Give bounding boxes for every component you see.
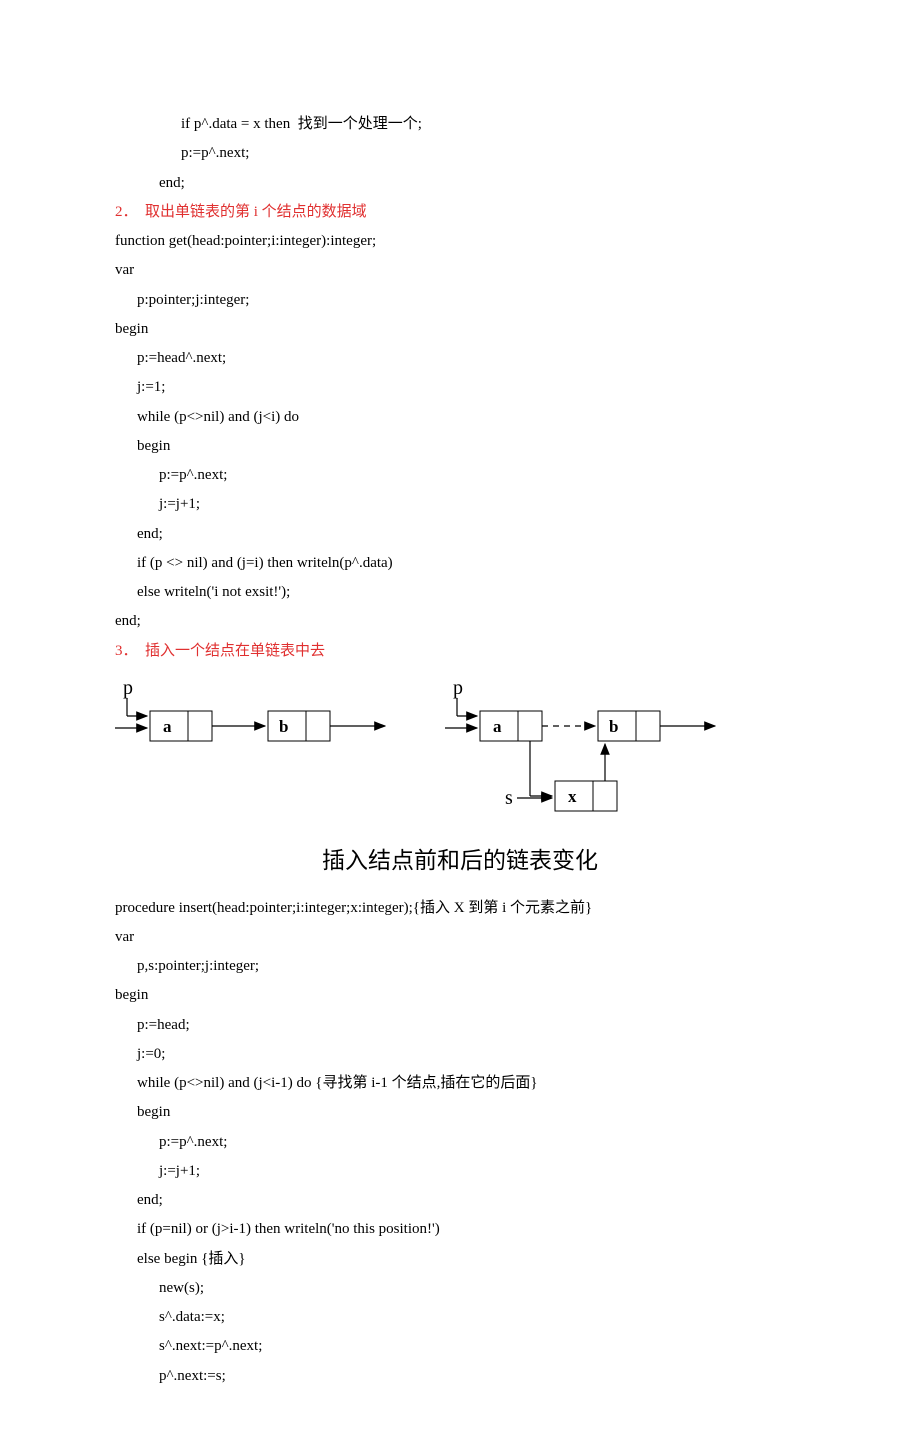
code-line: end;: [115, 1186, 805, 1215]
document-page: if p^.data = x then 找到一个处理一个; p:=p^.next…: [0, 0, 920, 1451]
code-line: p:=p^.next;: [115, 461, 805, 490]
code-line: p:=head^.next;: [115, 344, 805, 373]
code-line: end;: [115, 169, 805, 198]
code-line: p:=p^.next;: [115, 1128, 805, 1157]
code-line: else begin {插入}: [115, 1245, 805, 1274]
diagram-node-b: b: [279, 717, 288, 736]
code-line: begin: [115, 1098, 805, 1127]
code-line: p:=p^.next;: [115, 139, 805, 168]
section-heading-3: 3． 插入一个结点在单链表中去: [115, 637, 805, 666]
code-line: p:=head;: [115, 1011, 805, 1040]
code-line: j:=j+1;: [115, 1157, 805, 1186]
code-line: p^.next:=s;: [115, 1362, 805, 1391]
code-line: begin: [115, 981, 805, 1010]
code-line: if (p=nil) or (j>i-1) then writeln('no t…: [115, 1215, 805, 1244]
code-line: end;: [115, 520, 805, 549]
code-line: procedure insert(head:pointer;i:integer;…: [115, 894, 805, 923]
diagram-node-b: b: [609, 717, 618, 736]
code-line: else writeln('i not exsit!');: [115, 578, 805, 607]
linked-list-diagram: p a b p: [115, 676, 805, 831]
code-line: if p^.data = x then 找到一个处理一个;: [115, 110, 805, 139]
code-line: var: [115, 923, 805, 952]
diagram-node-a: a: [493, 717, 502, 736]
diagram-label-p: p: [453, 677, 463, 699]
code-line: end;: [115, 607, 805, 636]
code-line: j:=j+1;: [115, 490, 805, 519]
code-line: while (p<>nil) and (j<i-1) do {寻找第 i-1 个…: [115, 1069, 805, 1098]
diagram-node-a: a: [163, 717, 172, 736]
code-line: begin: [115, 315, 805, 344]
diagram-label-s: s: [505, 787, 513, 809]
code-line: j:=0;: [115, 1040, 805, 1069]
diagram-label-p: p: [123, 677, 133, 699]
section-heading-2: 2． 取出单链表的第 i 个结点的数据域: [115, 198, 805, 227]
code-line: p:pointer;j:integer;: [115, 286, 805, 315]
code-line: if (p <> nil) and (j=i) then writeln(p^.…: [115, 549, 805, 578]
code-line: new(s);: [115, 1274, 805, 1303]
diagram-node-x: x: [568, 787, 577, 806]
code-line: j:=1;: [115, 373, 805, 402]
code-line: while (p<>nil) and (j<i) do: [115, 403, 805, 432]
diagram-caption: 插入结点前和后的链表变化: [115, 839, 805, 884]
code-line: function get(head:pointer;i:integer):int…: [115, 227, 805, 256]
code-line: s^.next:=p^.next;: [115, 1332, 805, 1361]
code-line: var: [115, 256, 805, 285]
code-line: begin: [115, 432, 805, 461]
code-line: s^.data:=x;: [115, 1303, 805, 1332]
code-line: p,s:pointer;j:integer;: [115, 952, 805, 981]
